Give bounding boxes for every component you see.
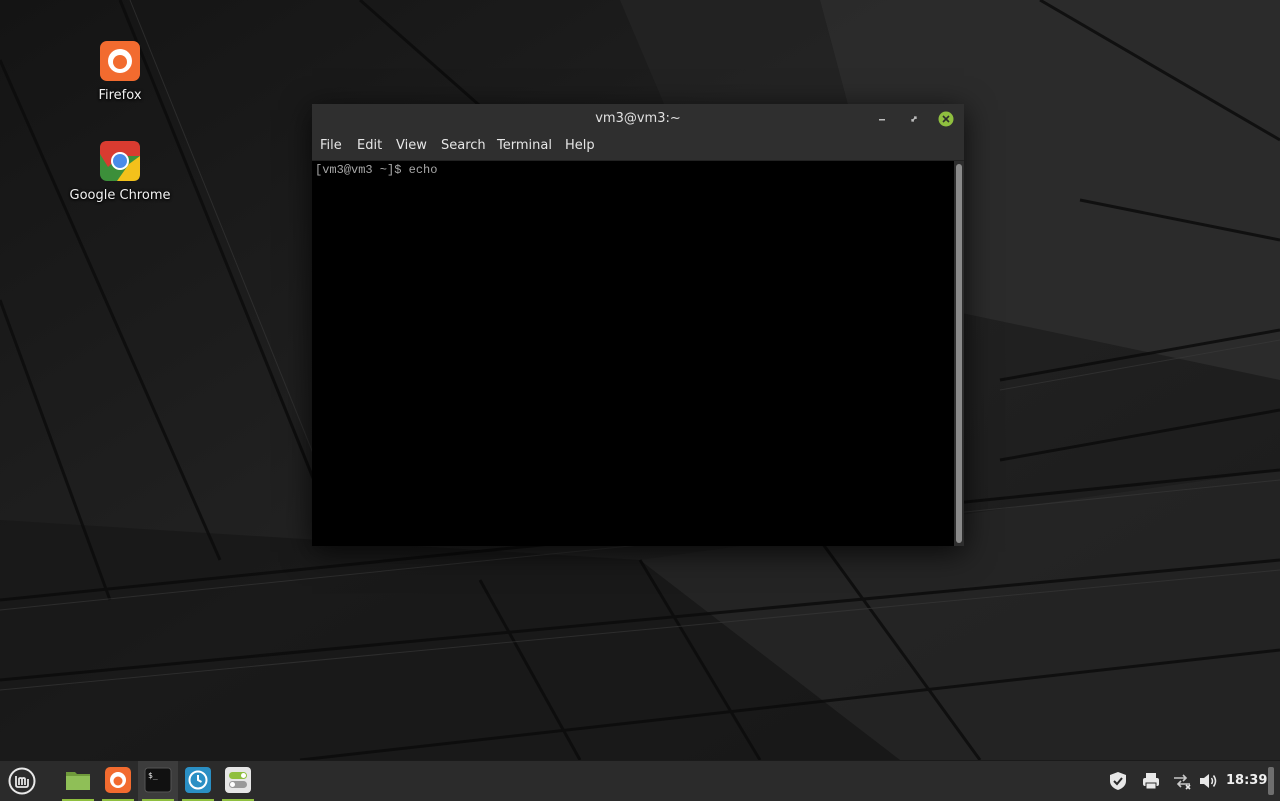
taskbar-terminal[interactable]: $_ (138, 761, 178, 801)
taskbar-firefox[interactable] (98, 761, 138, 801)
folder-icon (66, 772, 90, 790)
terminal-line: [vm3@vm3 ~]$ echo (315, 163, 438, 177)
chrome-icon (100, 141, 140, 181)
svg-text:$_: $_ (148, 771, 158, 780)
window-title: vm3@vm3:~ (595, 111, 681, 126)
menu-edit[interactable]: Edit (357, 138, 382, 153)
close-icon[interactable] (936, 109, 956, 129)
taskbar-timeshift[interactable] (178, 761, 218, 801)
toggle-settings-icon (225, 767, 251, 793)
taskbar-settings[interactable] (218, 761, 258, 801)
clock-icon (185, 767, 211, 793)
terminal-window: vm3@vm3:~ File Edit View Search Terminal… (312, 104, 964, 546)
maximize-icon[interactable] (904, 109, 924, 129)
menu-search[interactable]: Search (441, 138, 486, 153)
desktop-icon-google-chrome[interactable]: Google Chrome (60, 140, 180, 203)
taskbar-files[interactable] (58, 761, 98, 801)
menu-terminal[interactable]: Terminal (497, 138, 552, 153)
menu-help[interactable]: Help (565, 138, 595, 153)
show-desktop-button[interactable] (1268, 767, 1274, 795)
minimize-icon[interactable] (872, 109, 892, 129)
shield-icon[interactable] (1108, 771, 1128, 791)
title-bar[interactable]: vm3@vm3:~ (312, 104, 964, 134)
scrollbar-thumb[interactable] (956, 164, 962, 543)
clock[interactable]: 18:39 (1226, 773, 1267, 788)
desktop-icon-firefox[interactable]: Firefox (60, 40, 180, 103)
volume-icon[interactable] (1198, 771, 1218, 791)
menu-view[interactable]: View (396, 138, 427, 153)
firefox-icon (105, 767, 131, 793)
menu-file[interactable]: File (320, 138, 342, 153)
desktop-icon-label: Firefox (98, 88, 142, 103)
scrollbar[interactable] (954, 161, 964, 546)
desktop: Firefox Google Chrome vm3@vm3:~ File Edi… (0, 0, 1280, 760)
desktop-icon-label: Google Chrome (69, 188, 171, 203)
taskbar-panel: $_ 18:39 (0, 760, 1280, 801)
network-disconnected-icon[interactable] (1172, 771, 1192, 791)
menu-bar: File Edit View Search Terminal Help (312, 134, 964, 161)
linux-mint-logo-icon (8, 767, 36, 795)
printer-icon[interactable] (1141, 771, 1161, 791)
terminal-output[interactable]: [vm3@vm3 ~]$ echo (312, 161, 954, 546)
menu-button[interactable] (2, 761, 42, 801)
firefox-icon (100, 41, 140, 81)
terminal-icon: $_ (144, 767, 172, 793)
